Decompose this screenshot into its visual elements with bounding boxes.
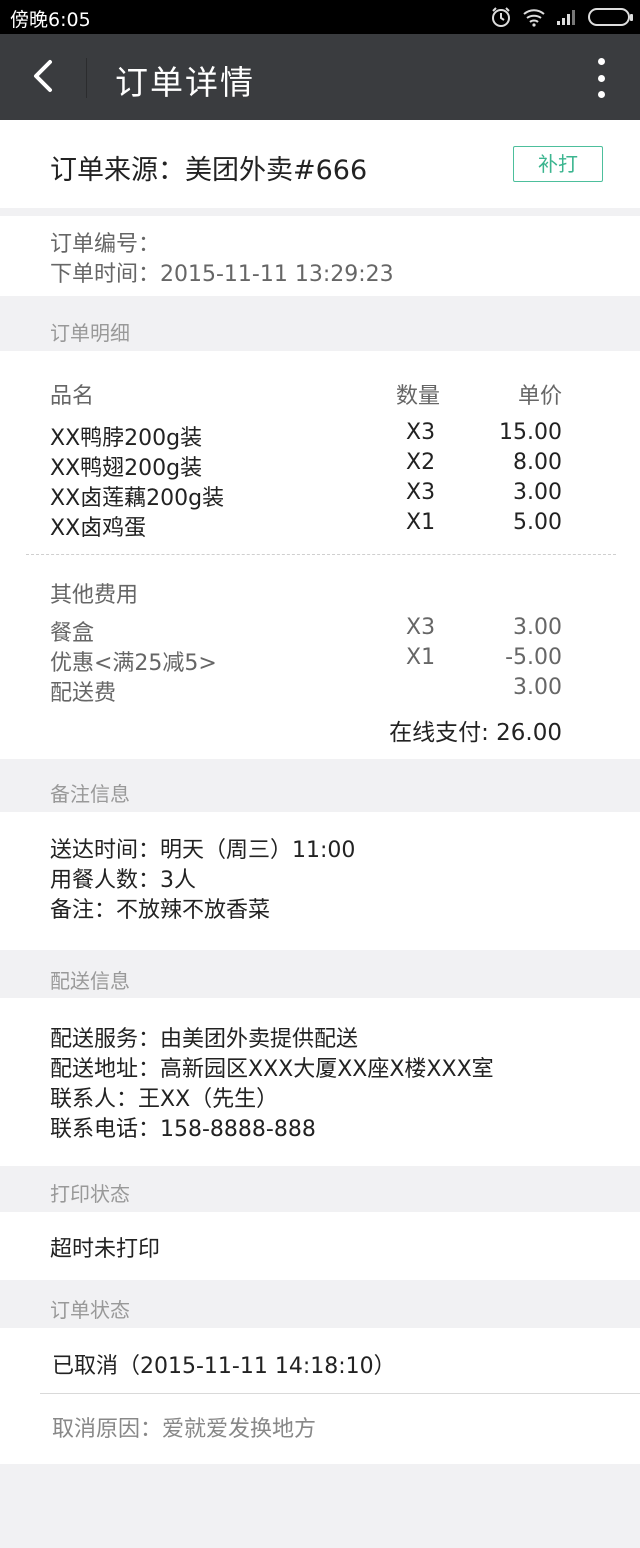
- remark-card: 送达时间：明天（周三）11:00 用餐人数：3人 备注：不放辣不放香菜: [0, 812, 640, 950]
- item-name: XX卤莲藕200g装: [50, 486, 225, 511]
- fee-name: 优惠<满25减5>: [50, 651, 217, 676]
- remark-line: 送达时间：明天（周三）11:00: [50, 838, 356, 863]
- item-price: 15.00: [499, 420, 562, 445]
- remark-line: 备注：不放辣不放香菜: [50, 898, 271, 923]
- items-header-qty: 数量: [396, 384, 441, 409]
- delivery-card: 配送服务：由美团外卖提供配送 配送地址：高新园区XXX大厦XX座X楼XXX室 联…: [0, 998, 640, 1166]
- delivery-line: 配送服务：由美团外卖提供配送: [50, 1027, 359, 1052]
- item-name: XX鸭脖200g装: [50, 426, 203, 451]
- reprint-button[interactable]: 补打: [513, 146, 603, 182]
- print-status-text: 超时未打印: [50, 1237, 161, 1262]
- back-arrow-icon[interactable]: [22, 54, 66, 98]
- fee-name: 配送费: [50, 681, 117, 706]
- section-label-remark: 备注信息: [50, 782, 130, 806]
- remark-line: 用餐人数：3人: [50, 868, 196, 893]
- item-qty: X1: [406, 510, 436, 535]
- online-payment-total: 在线支付: 26.00: [389, 720, 562, 746]
- item-qty: X3: [406, 420, 436, 445]
- section-label-status: 订单状态: [50, 1298, 130, 1322]
- delivery-line: 联系人：王XX（先生）: [50, 1087, 279, 1112]
- item-name: XX鸭翅200g装: [50, 456, 203, 481]
- fee-qty: X3: [406, 615, 436, 640]
- order-time-text: 下单时间：2015-11-11 13:29:23: [50, 262, 394, 287]
- dashed-divider: [26, 554, 616, 555]
- more-options-icon[interactable]: [596, 58, 606, 98]
- order-source-text: 订单来源：美团外卖#666: [50, 155, 368, 186]
- battery-icon: [588, 8, 633, 26]
- status-bar: 傍晚6:05: [0, 0, 640, 34]
- items-header-price: 单价: [517, 384, 562, 409]
- cancel-reason-text: 取消原因：爱就爱发换地方: [52, 1417, 317, 1442]
- section-label-detail: 订单明细: [50, 321, 130, 345]
- fee-name: 餐盒: [50, 621, 95, 646]
- signal-icon: [557, 10, 575, 25]
- page-title: 订单详情: [115, 63, 255, 102]
- item-name: XX卤鸡蛋: [50, 516, 147, 541]
- wifi-icon: [523, 9, 545, 27]
- alarm-icon: [492, 7, 510, 27]
- section-label-print: 打印状态: [50, 1182, 130, 1206]
- items-header-name: 品名: [50, 384, 95, 409]
- order-info-card: 订单编号： 下单时间：2015-11-11 13:29:23: [0, 216, 640, 296]
- fee-qty: X1: [406, 645, 436, 670]
- item-price: 5.00: [513, 510, 562, 535]
- fee-price: -5.00: [505, 645, 562, 670]
- other-fees-title: 其他费用: [50, 583, 139, 608]
- order-status-card: 已取消（2015-11-11 14:18:10） 取消原因：爱就爱发换地方: [0, 1328, 640, 1464]
- status-divider: [40, 1393, 640, 1394]
- order-number-label: 订单编号：: [50, 232, 161, 257]
- fee-price: 3.00: [513, 615, 562, 640]
- order-status-text: 已取消（2015-11-11 14:18:10）: [52, 1354, 396, 1379]
- delivery-phone[interactable]: 联系电话：158-8888-888: [50, 1111, 316, 1143]
- appbar-divider: [86, 58, 87, 98]
- print-status-card: 超时未打印: [0, 1212, 640, 1280]
- item-price: 8.00: [513, 450, 562, 475]
- fee-price: 3.00: [513, 675, 562, 700]
- item-qty: X3: [406, 480, 436, 505]
- status-time: 傍晚6:05: [10, 9, 91, 31]
- app-bar: 订单详情: [0, 34, 640, 120]
- delivery-line: 配送地址：高新园区XXX大厦XX座X楼XXX室: [50, 1057, 494, 1082]
- section-label-delivery: 配送信息: [50, 969, 130, 993]
- item-qty: X2: [406, 450, 436, 475]
- item-price: 3.00: [513, 480, 562, 505]
